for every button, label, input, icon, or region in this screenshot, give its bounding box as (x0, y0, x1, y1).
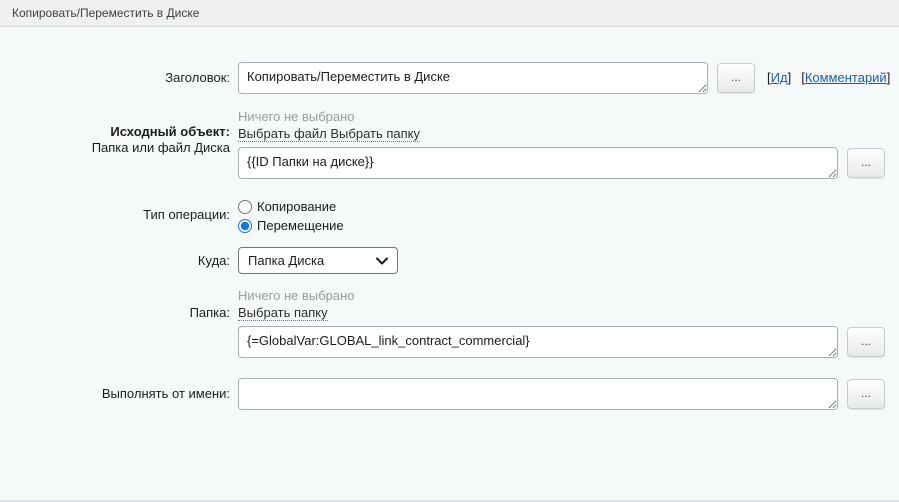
chevron-down-icon (376, 257, 388, 265)
source-label: Исходный объект: (0, 124, 230, 140)
run-as-input[interactable] (238, 378, 838, 410)
source-label-block: Исходный объект: Папка или файл Диска (0, 108, 230, 156)
comment-link-close-bracket: ] (887, 70, 891, 85)
source-chooser-links: Выбрать файл Выбрать папку (238, 125, 885, 143)
panel-title: Копировать/Переместить в Диске (0, 0, 899, 27)
source-sublabel: Папка или файл Диска (0, 140, 230, 156)
move-radio[interactable] (238, 219, 252, 233)
row-title: Заголовок: Копировать/Переместить в Диск… (0, 62, 899, 94)
row-source-object: Исходный объект: Папка или файл Диска Ни… (0, 108, 899, 179)
source-empty-text: Ничего не выбрано (238, 108, 885, 125)
operation-label: Тип операции: (0, 197, 230, 223)
settings-form: Заголовок: Копировать/Переместить в Диск… (0, 27, 899, 410)
destination-label: Куда: (0, 247, 230, 269)
comment-link[interactable]: Комментарий (805, 70, 887, 85)
select-folder-link[interactable]: Выбрать папку (330, 126, 420, 142)
row-folder: Папка: Ничего не выбрано Выбрать папку {… (0, 287, 899, 358)
id-link-close-bracket: ] (788, 70, 792, 85)
title-input[interactable]: Копировать/Переместить в Диске (238, 62, 708, 94)
run-as-picker-button[interactable]: ... (847, 379, 885, 409)
folder-empty-text: Ничего не выбрано (238, 287, 885, 304)
row-run-as: Выполнять от имени: ... (0, 378, 899, 410)
destination-select-value: Папка Диска (248, 253, 324, 268)
activity-settings-panel: Копировать/Переместить в Диске Заголовок… (0, 0, 899, 502)
operation-option-copy[interactable]: Копирование (238, 197, 344, 216)
select-file-link[interactable]: Выбрать файл (238, 126, 327, 142)
folder-input[interactable]: {=GlobalVar:GLOBAL_link_contract_commerc… (238, 326, 838, 358)
source-picker-button[interactable]: ... (847, 148, 885, 178)
operation-radio-group: Копирование Перемещение (238, 197, 344, 235)
title-links: [Ид][Комментарий] (767, 62, 890, 85)
operation-option-move[interactable]: Перемещение (238, 216, 344, 235)
folder-picker-button[interactable]: ... (847, 327, 885, 357)
copy-radio[interactable] (238, 200, 252, 214)
title-picker-button[interactable]: ... (717, 63, 755, 93)
panel-title-text: Копировать/Переместить в Диске (12, 6, 199, 20)
row-operation-type: Тип операции: Копирование Перемещение (0, 197, 899, 235)
source-input[interactable]: {{ID Папки на диске}} (238, 147, 838, 179)
move-radio-label: Перемещение (257, 216, 344, 235)
copy-radio-label: Копирование (257, 197, 336, 216)
folder-label: Папка: (0, 287, 230, 321)
folder-chooser-links: Выбрать папку (238, 304, 885, 322)
title-label: Заголовок: (0, 62, 230, 86)
id-link[interactable]: Ид (771, 70, 788, 85)
destination-select[interactable]: Папка Диска (238, 247, 398, 274)
row-destination: Куда: Папка Диска (0, 247, 899, 274)
run-as-label: Выполнять от имени: (0, 378, 230, 402)
folder-select-folder-link[interactable]: Выбрать папку (238, 305, 328, 321)
